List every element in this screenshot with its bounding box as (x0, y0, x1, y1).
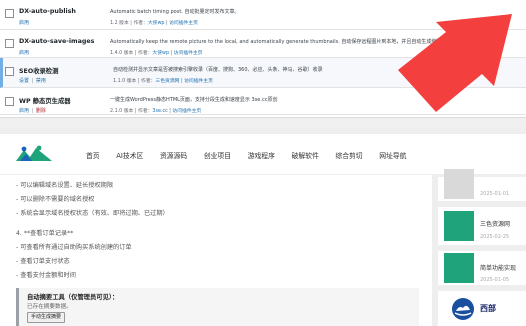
plugin-checkbox[interactable] (5, 9, 14, 18)
plugin-row-active: SEO收录检测 设置 | 禁用 自动检测并显示文章是否被搜索引擎收录（百度、搜狗… (0, 58, 526, 88)
plugin-row: DX-auto-save-images 启用 Automatically kee… (0, 30, 526, 58)
plugin-description: Automatic batch timing post. 自动批量定时发布文章。 (110, 9, 240, 15)
plugin-actions: 启用 (19, 19, 29, 26)
nav-item-software[interactable]: 破解软件 (292, 150, 319, 160)
post-title: 简单功能实现 (480, 265, 517, 272)
plugin-name: WP 静态页生成器 (19, 98, 71, 105)
plugin-row: WP 静态页生成器 启用 | 删除 一键生成WordPress静态HTML页面，… (0, 88, 526, 115)
plugin-name: DX-auto-publish (19, 8, 76, 15)
nav-item-links[interactable]: 网址导航 (379, 150, 406, 160)
generate-summary-button[interactable]: 手动生成摘要 (27, 312, 66, 323)
plugin-version: 2.1.0 版本 (110, 109, 134, 114)
sidebar-post-card[interactable]: 简单功能实现 2025-01-05 (438, 251, 526, 285)
plugin-row: DX-auto-publish 启用 Automatic batch timin… (0, 0, 526, 30)
activate-link[interactable]: 启用 (19, 50, 29, 56)
plugin-author-prefix: 作者： (138, 51, 153, 56)
plugin-actions: 启用 | 删除 (19, 108, 46, 114)
plugin-author-prefix: 作者： (138, 109, 153, 114)
plugin-list: DX-auto-publish 启用 Automatic batch timin… (0, 0, 526, 128)
article-line: - 查看支付金额和时间 (16, 272, 76, 279)
nav-item-source-code[interactable]: 资源源码 (160, 150, 187, 160)
plugin-actions: 设置 | 禁用 (19, 78, 46, 84)
plugin-description: 自动检测并显示文章是否被搜索引擎收录（百度、搜狗、360、必应、头条、神马、谷歌… (113, 67, 323, 73)
deactivate-link[interactable]: 禁用 (36, 78, 46, 84)
plugin-homepage-link[interactable]: 访问插件主页 (169, 21, 198, 26)
article-line: 4. **查看订单记录** (16, 230, 74, 237)
article-line: - 可以编辑域名设置、延长授权期限 (16, 182, 114, 189)
sidebar: 2025-01-01 三色资源网 2025-02-25 简单功能实现 2025-… (432, 169, 526, 326)
settings-link[interactable]: 设置 (19, 78, 29, 84)
plugin-name: SEO收录检测 (19, 68, 59, 75)
article-content: - 可以编辑域名设置、延长授权期限 - 可以删除不需要的域名授权 - 系统会显示… (0, 175, 432, 326)
plugin-author-link[interactable]: 3se.cc (152, 109, 167, 114)
auto-summary-status: 已存在摘要数据。 (27, 304, 72, 310)
auto-summary-title: 自动摘要工具（仅管理员可见）： (27, 294, 119, 301)
delete-link[interactable]: 删除 (36, 108, 46, 114)
plugin-homepage-link[interactable]: 访问插件主页 (172, 109, 201, 114)
plugin-version: 1.2 版本 (110, 21, 129, 26)
nav-item-ai[interactable]: AI技术区 (116, 150, 143, 160)
post-date: 2025-01-01 (480, 191, 510, 197)
site-logo-icon[interactable] (14, 145, 54, 163)
plugin-description: Automatically keep the remote picture to… (110, 39, 452, 45)
sidebar-post-card[interactable]: 三色资源网 2025-02-25 (438, 207, 526, 245)
plugin-homepage-link[interactable]: 访问插件主页 (174, 51, 203, 56)
plugin-checkbox[interactable] (5, 39, 14, 48)
plugin-meta: 1.4.0 版本 | 作者：大侠wp | 访问插件主页 (110, 51, 203, 56)
plugin-checkbox[interactable] (5, 97, 14, 106)
plugin-version: 1.1.0 版本 (113, 79, 137, 84)
plugin-author-link[interactable]: 大侠wp (152, 51, 169, 56)
post-date: 2025-01-05 (480, 277, 510, 283)
nav-item-general[interactable]: 综合剪切 (335, 150, 362, 160)
plugin-checkbox[interactable] (5, 67, 14, 76)
post-date: 2025-02-25 (480, 234, 510, 240)
plugin-actions: 启用 (19, 49, 29, 56)
post-thumbnail (444, 253, 474, 283)
main-nav: 首页 AI技术区 资源源码 创业项目 游戏程序 破解软件 综合剪切 网址导航 (86, 150, 421, 160)
plugin-author-prefix: 作者： (141, 79, 156, 84)
plugin-list-footer (0, 117, 526, 128)
plugin-author-link[interactable]: 大侠wp (148, 21, 165, 26)
plugin-homepage-link[interactable]: 访问插件主页 (184, 79, 213, 84)
activate-link[interactable]: 启用 (19, 20, 29, 26)
plugin-author-prefix: 作者： (133, 21, 148, 26)
post-thumbnail (444, 211, 474, 241)
nav-item-home[interactable]: 首页 (86, 150, 100, 160)
article-line: - 查看订单支付状态 (16, 258, 70, 265)
post-thumbnail (444, 169, 474, 199)
article-line: - 可查看所有通过自助购买系统创建的订单 (16, 244, 132, 251)
sidebar-ad-card[interactable]: 西部 (438, 291, 526, 326)
post-title: 三色资源网 (480, 221, 511, 228)
cloud-logo-icon (452, 298, 474, 320)
sidebar-post-card[interactable]: 2025-01-01 (438, 169, 526, 201)
plugin-meta: 2.1.0 版本 | 作者：3se.cc | 访问插件主页 (110, 109, 202, 114)
plugin-name: DX-auto-save-images (19, 38, 95, 45)
article-line: - 可以删除不需要的域名授权 (16, 196, 95, 203)
ad-brand-text: 西部 (480, 304, 496, 313)
plugin-version: 1.4.0 版本 (110, 51, 134, 56)
article-line: - 系统会显示域名授权状态（有效、即将过期、已过期） (16, 210, 169, 217)
plugin-author-link[interactable]: 三色资源网 (155, 79, 179, 84)
activate-link[interactable]: 启用 (19, 108, 29, 114)
nav-item-games[interactable]: 游戏程序 (248, 150, 275, 160)
plugin-meta: 1.2 版本 | 作者：大侠wp | 访问插件主页 (110, 21, 198, 26)
auto-summary-panel: 自动摘要工具（仅管理员可见）： 已存在摘要数据。 手动生成摘要 (16, 288, 419, 326)
plugin-description: 一键生成WordPress静态HTML页面，支持分段生成和速度显示 3se.cc… (110, 97, 278, 103)
plugin-meta: 1.1.0 版本 | 作者：三色资源网 | 访问插件主页 (113, 79, 213, 84)
nav-item-startup[interactable]: 创业项目 (204, 150, 231, 160)
